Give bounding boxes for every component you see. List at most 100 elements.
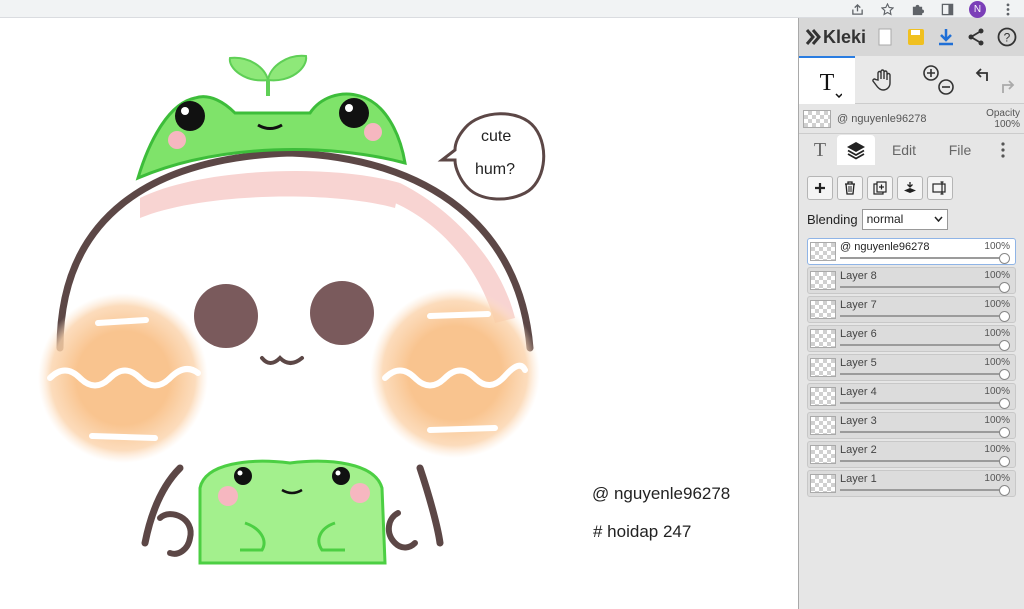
layer-opacity-slider[interactable] [840,344,1003,346]
help-icon[interactable]: ? [996,25,1018,49]
layer-name: Layer 6 [840,328,877,340]
layer-opacity-slider[interactable] [840,460,1003,462]
layer-item[interactable]: Layer 7 100% [807,296,1016,323]
layer-opacity-slider[interactable] [840,257,1003,259]
layer-name: Layer 2 [840,444,877,456]
layer-opacity: 100% [984,386,1010,397]
layer-item[interactable]: Layer 8 100% [807,267,1016,294]
layer-opacity-slider[interactable] [840,431,1003,433]
layer-toolbar [799,166,1024,206]
kleki-logo-icon [805,29,821,45]
layer-opacity-slider[interactable] [840,402,1003,404]
svg-text:?: ? [1003,31,1010,45]
layer-opacity-knob[interactable] [999,253,1010,264]
opacity-display: Opacity 100% [986,108,1020,130]
bubble-text-line2: hum? [475,161,516,178]
add-layer-button[interactable] [807,176,833,200]
share-kleki-icon[interactable] [965,25,987,49]
layer-name: @ nguyenle96278 [840,241,930,253]
blending-value: normal [866,212,904,226]
blending-select[interactable]: normal [861,208,948,230]
layer-preview-thumbnail [803,109,831,128]
kleki-logo[interactable]: Kleki [805,27,866,48]
layer-item[interactable]: Layer 1 100% [807,470,1016,497]
layer-item[interactable]: Layer 4 100% [807,383,1016,410]
layer-opacity-knob[interactable] [999,398,1010,409]
sidepanel-icon[interactable] [939,1,955,17]
panel-tabs: T Edit File [799,134,1024,166]
layer-list: @ nguyenle96278 100% Layer 8 100% Layer 7 100… [799,232,1024,497]
blending-row: Blending normal [799,206,1024,232]
duplicate-icon [873,181,887,195]
tab-text[interactable]: T [803,135,837,165]
browser-action-icons: N [849,0,1016,18]
star-icon[interactable] [879,1,895,17]
layer-opacity: 100% [984,357,1010,368]
svg-text:T: T [820,70,835,96]
plus-icon [815,183,825,193]
hand-tool[interactable] [855,56,911,104]
layer-thumbnail [810,474,836,493]
current-layer-name: @ nguyenle96278 [837,112,927,125]
layer-opacity: 100% [984,415,1010,426]
layer-opacity-knob[interactable] [999,369,1010,380]
tab-file[interactable]: File [933,135,987,165]
layer-name: Layer 3 [840,415,877,427]
credit-tag-text: # hoidap 247 [593,522,692,541]
current-layer-preview: @ nguyenle96278 Opacity 100% [799,104,1024,134]
new-file-icon[interactable] [874,25,896,49]
layer-thumbnail [810,242,836,261]
layer-opacity-knob[interactable] [999,282,1010,293]
merge-layer-button[interactable] [897,176,923,200]
puzzle-icon[interactable] [909,1,925,17]
undo-redo-icon [975,68,1015,93]
layer-name: Layer 1 [840,473,877,485]
merge-down-icon [904,182,916,193]
layer-thumbnail [810,387,836,406]
share-icon[interactable] [849,1,865,17]
zoom-tool[interactable] [911,56,967,104]
undo-redo-tool[interactable] [967,56,1023,104]
layer-item[interactable]: @ nguyenle96278 100% [807,238,1016,265]
profile-avatar[interactable]: N [969,0,986,18]
rename-layer-button[interactable] [927,176,953,200]
layer-thumbnail [810,358,836,377]
layer-opacity-knob[interactable] [999,456,1010,467]
hand-icon [872,69,891,91]
save-icon[interactable] [904,25,926,49]
layer-opacity-knob[interactable] [999,427,1010,438]
rename-icon [932,181,946,195]
panel-header: Kleki ? [799,18,1024,56]
layer-opacity-knob[interactable] [999,485,1010,496]
text-tool[interactable]: T [799,56,855,104]
layer-item[interactable]: Layer 5 100% [807,354,1016,381]
download-icon[interactable] [935,25,957,49]
text-tool-icon: T [820,70,842,98]
layer-opacity-knob[interactable] [999,340,1010,351]
layer-opacity-slider[interactable] [840,315,1003,317]
layer-name: Layer 5 [840,357,877,369]
artwork [38,54,546,565]
layer-opacity-slider[interactable] [840,286,1003,288]
layer-item[interactable]: Layer 6 100% [807,325,1016,352]
layer-name: Layer 7 [840,299,877,311]
browser-toolbar: N [0,0,1024,18]
drawing-canvas[interactable]: cute hum? @ nguyenle96278 # hoidap 247 [0,18,798,609]
layer-opacity: 100% [984,444,1010,455]
more-menu-icon[interactable] [987,135,1019,165]
duplicate-layer-button[interactable] [867,176,893,200]
menu-dots-icon[interactable] [1000,1,1016,17]
tool-row: T [799,56,1024,104]
layer-item[interactable]: Layer 2 100% [807,441,1016,468]
tab-edit[interactable]: Edit [875,135,933,165]
layer-opacity-slider[interactable] [840,489,1003,491]
opacity-value: 100% [994,118,1020,130]
layers-icon [847,142,865,160]
layer-opacity-knob[interactable] [999,311,1010,322]
layer-item[interactable]: Layer 3 100% [807,412,1016,439]
credit-name-text: @ nguyenle96278 [592,484,731,503]
tab-layers[interactable] [837,135,875,165]
delete-layer-button[interactable] [837,176,863,200]
layer-thumbnail [810,445,836,464]
layer-opacity-slider[interactable] [840,373,1003,375]
